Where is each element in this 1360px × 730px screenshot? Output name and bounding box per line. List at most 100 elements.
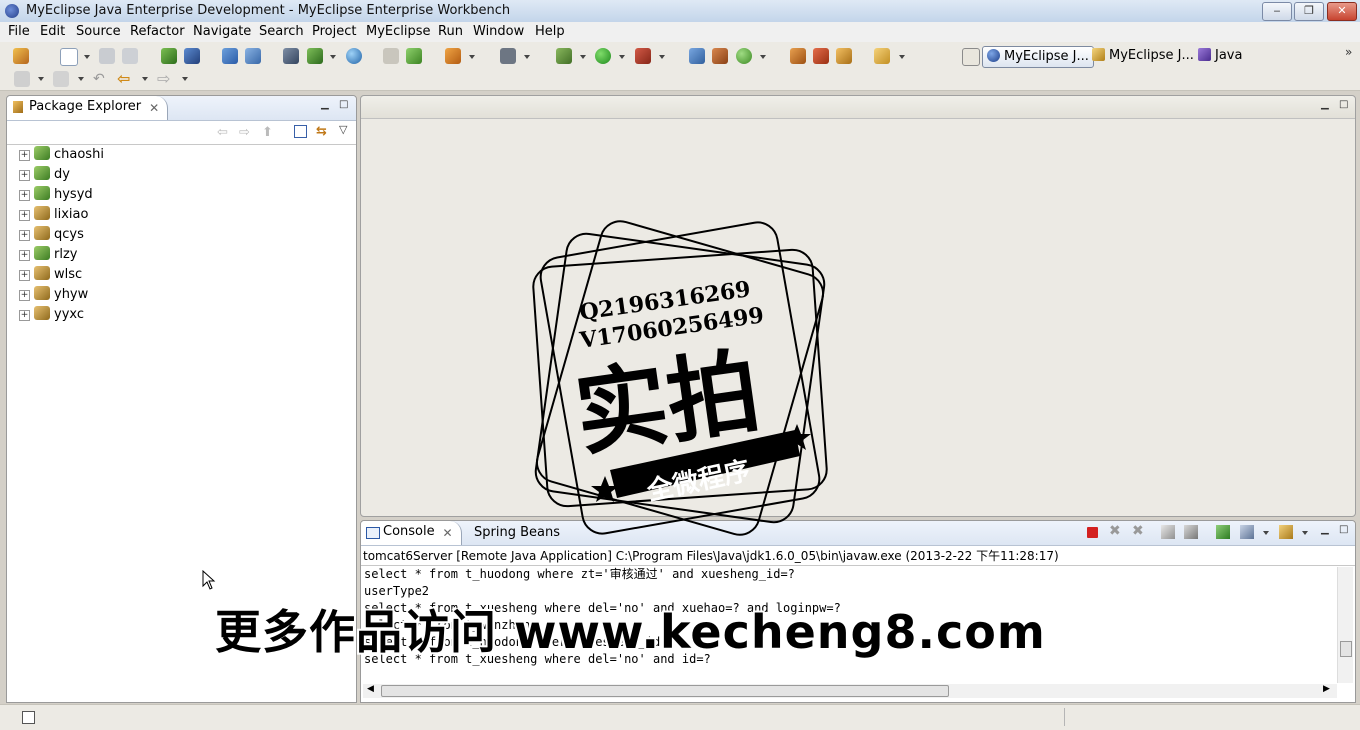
external-tools-icon[interactable] bbox=[635, 48, 651, 64]
expand-icon[interactable]: + bbox=[19, 250, 30, 261]
more-perspectives-icon[interactable]: » bbox=[1345, 45, 1352, 59]
debug-dropdown-icon[interactable] bbox=[580, 55, 586, 59]
prev-annotation-dropdown-icon[interactable] bbox=[78, 77, 84, 81]
hierarchy-icon[interactable] bbox=[712, 48, 728, 64]
expand-icon[interactable]: + bbox=[19, 190, 30, 201]
project-node[interactable]: + wlsc bbox=[19, 266, 82, 284]
run-icon[interactable] bbox=[595, 48, 611, 64]
maximize-console-icon[interactable]: □ bbox=[1339, 524, 1348, 535]
scroll-left-icon[interactable]: ◀ bbox=[367, 684, 374, 694]
back-icon[interactable]: ⇦ bbox=[117, 71, 133, 87]
up-nav-icon[interactable]: ⬆ bbox=[262, 125, 273, 140]
menu-edit[interactable]: Edit bbox=[40, 24, 65, 39]
forward-dropdown-icon[interactable] bbox=[182, 77, 188, 81]
menu-help[interactable]: Help bbox=[535, 24, 565, 39]
back-nav-icon[interactable]: ⇦ bbox=[217, 125, 228, 140]
project-node[interactable]: + lixiao bbox=[19, 206, 88, 224]
menu-refactor[interactable]: Refactor bbox=[130, 24, 185, 39]
minimize-view-icon[interactable]: ▁ bbox=[321, 99, 329, 110]
project-node[interactable]: + qcys bbox=[19, 226, 84, 244]
open-type-icon[interactable] bbox=[500, 48, 516, 64]
new-wizard-icon[interactable] bbox=[13, 48, 29, 64]
scrollbar-thumb[interactable] bbox=[1340, 641, 1352, 657]
type-dropdown-icon[interactable] bbox=[524, 55, 530, 59]
minimize-button[interactable]: ‒ bbox=[1262, 2, 1292, 21]
globe-icon[interactable] bbox=[346, 48, 362, 64]
maximize-view-icon[interactable]: □ bbox=[339, 99, 348, 110]
project-node[interactable]: + dy bbox=[19, 166, 70, 184]
menu-window[interactable]: Window bbox=[473, 24, 524, 39]
refresh-icon[interactable] bbox=[736, 48, 752, 64]
menu-navigate[interactable]: Navigate bbox=[193, 24, 251, 39]
back-dropdown-icon[interactable] bbox=[142, 77, 148, 81]
print-icon[interactable] bbox=[122, 48, 138, 64]
class-dropdown-icon[interactable] bbox=[469, 55, 475, 59]
expand-icon[interactable]: + bbox=[19, 230, 30, 241]
run-dropdown-icon[interactable] bbox=[619, 55, 625, 59]
open-perspective-icon[interactable] bbox=[962, 48, 980, 66]
open-folder-icon[interactable] bbox=[383, 48, 399, 64]
run-server-icon[interactable] bbox=[307, 48, 323, 64]
display-console-icon[interactable] bbox=[1240, 525, 1254, 539]
prev-annotation-icon[interactable] bbox=[53, 71, 69, 87]
folder-dropdown-icon[interactable] bbox=[899, 55, 905, 59]
next-annotation-icon[interactable] bbox=[14, 71, 30, 87]
open-task-icon[interactable] bbox=[790, 48, 806, 64]
new-class-icon[interactable] bbox=[445, 48, 461, 64]
refresh-dropdown-icon[interactable] bbox=[760, 55, 766, 59]
expand-icon[interactable]: + bbox=[19, 210, 30, 221]
rocket-icon[interactable] bbox=[813, 48, 829, 64]
menu-search[interactable]: Search bbox=[259, 24, 304, 39]
minimize-console-icon[interactable]: ▁ bbox=[1321, 524, 1329, 535]
forward-nav-icon[interactable]: ⇨ bbox=[239, 125, 250, 140]
expand-icon[interactable]: + bbox=[19, 290, 30, 301]
bookmark-icon[interactable] bbox=[836, 48, 852, 64]
menu-run[interactable]: Run bbox=[438, 24, 463, 39]
expand-icon[interactable]: + bbox=[19, 310, 30, 321]
maximize-editor-icon[interactable]: □ bbox=[1339, 99, 1348, 110]
clear-console-icon[interactable] bbox=[1161, 525, 1175, 539]
close-icon[interactable]: ✕ bbox=[149, 97, 159, 119]
pin-console-icon[interactable] bbox=[1216, 525, 1230, 539]
save-icon[interactable] bbox=[99, 48, 115, 64]
close-button[interactable]: ✕ bbox=[1327, 2, 1357, 21]
expand-icon[interactable]: + bbox=[19, 270, 30, 281]
maximize-button[interactable]: ❐ bbox=[1294, 2, 1324, 21]
server-icon[interactable] bbox=[184, 48, 200, 64]
menu-file[interactable]: File bbox=[8, 24, 30, 39]
remove-all-icon[interactable]: ✖ bbox=[1132, 523, 1144, 539]
debug-server-icon[interactable] bbox=[161, 48, 177, 64]
perspective-java[interactable]: Java bbox=[1198, 46, 1242, 66]
project-node[interactable]: + hysyd bbox=[19, 186, 93, 204]
menu-project[interactable]: Project bbox=[312, 24, 356, 39]
collapse-all-icon[interactable] bbox=[294, 125, 307, 138]
search-references-icon[interactable] bbox=[689, 48, 705, 64]
tab-console[interactable]: Console ✕ bbox=[361, 521, 462, 545]
server-dropdown-icon[interactable] bbox=[330, 55, 336, 59]
menu-myeclipse[interactable]: MyEclipse bbox=[366, 24, 431, 39]
fast-view-icon[interactable] bbox=[22, 711, 35, 724]
scroll-lock-icon[interactable] bbox=[1184, 525, 1198, 539]
scroll-right-icon[interactable]: ▶ bbox=[1323, 684, 1330, 694]
new-file-icon[interactable] bbox=[60, 48, 78, 66]
remove-launch-icon[interactable]: ✖ bbox=[1109, 523, 1121, 539]
deploy-icon[interactable] bbox=[222, 48, 238, 64]
project-node[interactable]: + rlzy bbox=[19, 246, 77, 264]
minimize-editor-icon[interactable]: ▁ bbox=[1321, 99, 1329, 110]
project-node[interactable]: + yyxc bbox=[19, 306, 84, 324]
debug-icon[interactable] bbox=[556, 48, 572, 64]
project-node[interactable]: + chaoshi bbox=[19, 146, 104, 164]
tools-dropdown-icon[interactable] bbox=[659, 55, 665, 59]
expand-icon[interactable]: + bbox=[19, 150, 30, 161]
tab-package-explorer[interactable]: Package Explorer ✕ bbox=[7, 96, 169, 120]
folder-icon[interactable] bbox=[874, 48, 890, 64]
new-dropdown-icon[interactable] bbox=[84, 55, 90, 59]
close-icon[interactable]: ✕ bbox=[443, 522, 453, 544]
browser-icon[interactable] bbox=[245, 48, 261, 64]
vertical-scrollbar[interactable] bbox=[1337, 567, 1353, 683]
menu-source[interactable]: Source bbox=[76, 24, 121, 39]
link-editor-icon[interactable]: ⇆ bbox=[316, 124, 327, 139]
display-dropdown-icon[interactable] bbox=[1263, 531, 1269, 535]
scrollbar-thumb[interactable] bbox=[381, 685, 949, 697]
perspective-myeclipse[interactable]: MyEclipse J... bbox=[1092, 46, 1194, 66]
